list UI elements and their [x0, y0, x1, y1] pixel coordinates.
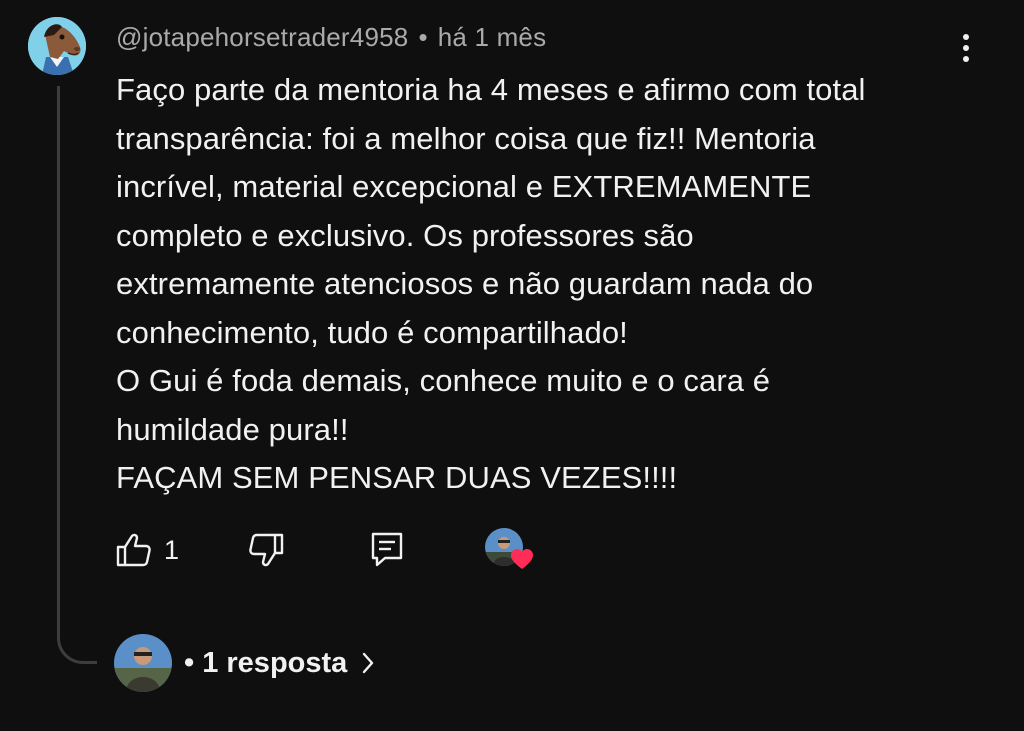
- vertical-ellipsis-icon: [963, 34, 969, 62]
- comment-line: conhecimento, tudo é compartilhado!: [116, 314, 628, 350]
- dislike-button[interactable]: [248, 528, 284, 572]
- reply-author-avatar: [114, 634, 172, 692]
- creator-heart-badge: [485, 528, 533, 572]
- horse-avatar-icon: [28, 17, 86, 75]
- like-button[interactable]: 1: [116, 528, 179, 572]
- chevron-right-icon: [361, 651, 375, 675]
- comment-line: FAÇAM SEM PENSAR DUAS VEZES!!!!: [116, 460, 678, 495]
- comment-line: completo e exclusivo. Os professores são: [116, 217, 694, 253]
- comment-line: incrível, material excepcional e EXTREMA…: [116, 169, 812, 204]
- comment-line: humildade pura!!: [116, 411, 349, 447]
- comment-line: O Gui é foda demais, conhece muito e o c…: [116, 363, 771, 398]
- comment-body: Faço parte da mentoria ha 4 meses e afir…: [116, 66, 976, 503]
- header-separator: •: [418, 22, 428, 52]
- comment-line: Faço parte da mentoria ha 4 meses e afir…: [116, 72, 866, 107]
- comment-line: transparência: foi a melhor coisa que fi…: [116, 120, 816, 156]
- comment-line: extremamente atenciosos e não guardam na…: [116, 266, 814, 301]
- thread-connector-line: [57, 86, 97, 664]
- thumbs-up-icon: [116, 533, 151, 567]
- reply-button[interactable]: [371, 528, 403, 572]
- author-handle[interactable]: @jotapehorsetrader4958: [116, 22, 408, 52]
- author-avatar[interactable]: [28, 17, 86, 75]
- comment-header: @jotapehorsetrader4958 • há 1 mês: [116, 22, 546, 53]
- reply-icon: [371, 532, 403, 567]
- reply-author-photo-icon: [114, 634, 172, 692]
- heart-icon: [511, 549, 533, 569]
- thumbs-down-icon: [249, 533, 284, 567]
- view-replies-button[interactable]: • 1 resposta: [114, 634, 375, 692]
- more-options-button[interactable]: [950, 28, 982, 68]
- reply-count-label: • 1 resposta: [184, 646, 348, 679]
- like-count: 1: [164, 534, 180, 565]
- comment-timestamp[interactable]: há 1 mês: [438, 22, 547, 52]
- comment-thread: @jotapehorsetrader4958 • há 1 mês Faço par…: [0, 0, 1024, 731]
